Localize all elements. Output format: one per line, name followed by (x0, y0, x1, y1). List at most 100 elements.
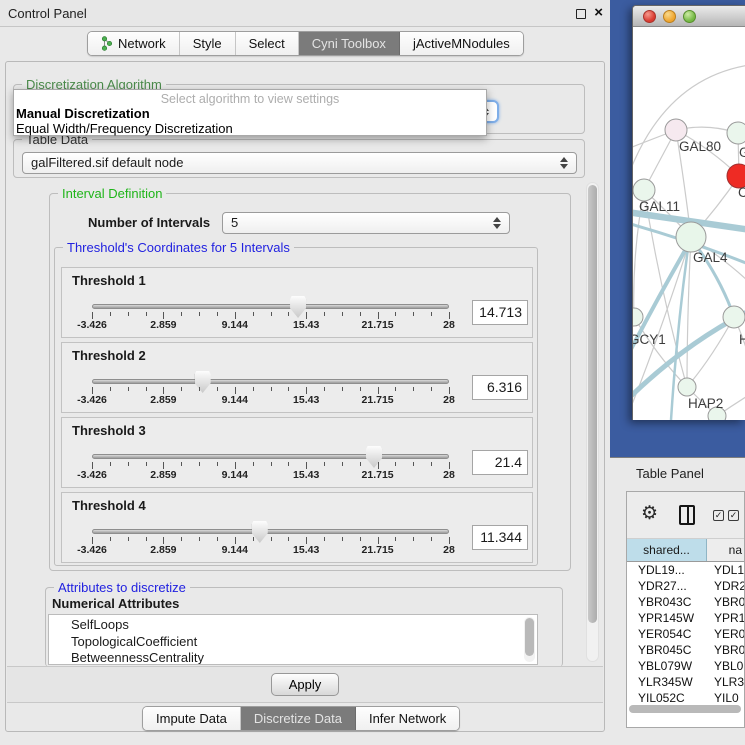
tab-style[interactable]: Style (180, 32, 236, 55)
tab-cyni-toolbox[interactable]: Cyni Toolbox (299, 32, 400, 55)
threshold-4-panel: Threshold 4 -3.4262.8599.14415.4321.7152… (61, 492, 533, 563)
slider-track (92, 379, 449, 384)
table-panel-title: Table Panel (636, 466, 704, 481)
tab-network[interactable]: Network (88, 32, 180, 55)
apply-button[interactable]: Apply (271, 673, 339, 696)
table-row[interactable]: YIL052CYIL0 (627, 690, 744, 702)
float-window-icon[interactable] (576, 9, 586, 19)
tab-select[interactable]: Select (236, 32, 299, 55)
table-row[interactable]: YBR043CYBR0 (627, 594, 744, 610)
tab-discretize-data[interactable]: Discretize Data (241, 707, 356, 730)
algorithm-option-equal-width[interactable]: Equal Width/Frequency Discretization (14, 121, 486, 136)
network-window-titlebar[interactable] (633, 6, 745, 27)
panel-scrollbar[interactable] (586, 182, 599, 662)
threshold-4-slider[interactable]: -3.4262.8599.14415.4321.71528 (92, 525, 449, 561)
node-label: G (739, 145, 745, 160)
tab-jactivemnodules[interactable]: jActiveMNodules (400, 32, 523, 55)
threshold-1-slider[interactable]: -3.4262.8599.14415.4321.71528 (92, 300, 449, 336)
table-row[interactable]: YBL079WYBL0 (627, 658, 744, 674)
interval-definition-group: Interval Definition Number of Intervals … (49, 193, 571, 571)
table-row[interactable]: YDL19...YDL1 (627, 562, 744, 578)
threshold-2-slider[interactable]: -3.4262.8599.14415.4321.71528 (92, 375, 449, 411)
table-horizontal-scrollbar[interactable] (629, 705, 741, 713)
checkbox-icon[interactable]: ✓ (728, 510, 739, 521)
gal11-node[interactable] (633, 179, 655, 201)
table-row[interactable]: YDR27...YDR2 (627, 578, 744, 594)
threshold-3-slider[interactable]: -3.4262.8599.14415.4321.71528 (92, 450, 449, 486)
hap2-node[interactable] (678, 378, 696, 396)
node-label: GAL4 (693, 250, 728, 265)
threshold-1-value[interactable]: 14.713 (472, 300, 528, 325)
list-item[interactable]: BetweennessCentrality (49, 650, 537, 665)
threshold-4-value[interactable]: 11.344 (472, 525, 528, 550)
right-mid-node[interactable] (723, 306, 745, 328)
column-layout-icon[interactable] (679, 505, 695, 525)
slider-thumb[interactable] (366, 446, 382, 468)
cyni-toolbox-panel: Discretization Algorithm Select algorith… (5, 61, 605, 732)
column-header-shared-name[interactable]: shared... (627, 539, 707, 561)
node-label: GAL80 (679, 139, 721, 154)
close-icon[interactable]: × (594, 4, 603, 21)
control-panel-titlebar: Control Panel × (0, 0, 610, 27)
node-label: GAL11 (639, 199, 680, 214)
threshold-4-label: Threshold 4 (72, 498, 146, 513)
tab-impute-data[interactable]: Impute Data (143, 707, 241, 730)
threshold-3-value[interactable]: 21.4 (472, 450, 528, 475)
apply-footer: Apply (7, 666, 603, 703)
list-scrollbar-thumb[interactable] (525, 618, 534, 656)
table-data-combobox[interactable]: galFiltered.sif default node (22, 152, 577, 174)
gear-icon[interactable]: ⚙ (641, 502, 658, 525)
gal4-node[interactable] (676, 222, 706, 252)
table-toolbar: ⚙ ✓ ✓ (627, 492, 744, 539)
list-scrollbar[interactable] (524, 617, 535, 662)
table-header-row: shared... na (627, 539, 744, 562)
algorithm-hint: Select algorithm to view settings (14, 92, 486, 106)
panel-scrollbar-thumb[interactable] (588, 185, 597, 623)
node-table: ⚙ ✓ ✓ shared... na YDL19...YDL1YDR27...Y… (626, 491, 745, 728)
threshold-3-label: Threshold 3 (72, 423, 146, 438)
table-row[interactable]: YLR345WYLR3 (627, 674, 744, 690)
threshold-1-label: Threshold 1 (72, 273, 146, 288)
table-row[interactable]: YBR045CYBR0 (627, 642, 744, 658)
node-label: HAP2 (688, 396, 723, 411)
combo-arrows-icon (560, 156, 569, 170)
slider-track (92, 529, 449, 534)
threshold-2-value[interactable]: 6.316 (472, 375, 528, 400)
list-item[interactable]: TopologicalCoefficient (49, 634, 537, 651)
algorithm-dropdown-popup: Select algorithm to view settings Manual… (13, 89, 487, 136)
algorithm-option-manual[interactable]: Manual Discretization (14, 106, 486, 121)
slider-thumb[interactable] (195, 371, 211, 393)
desktop-background: GAL80GCGAL11GAL4GCY1HHAP2 (610, 0, 745, 457)
interval-definition-title: Interval Definition (58, 186, 166, 201)
number-of-intervals-value: 5 (231, 215, 238, 230)
right-top-node[interactable] (727, 122, 745, 144)
column-header-name[interactable]: na (707, 539, 744, 561)
screen: Control Panel × Network Style Select Cyn… (0, 0, 745, 745)
tab-infer-network[interactable]: Infer Network (356, 707, 459, 730)
thresholds-group: Threshold's Coordinates for 5 Intervals … (54, 247, 538, 566)
list-item[interactable]: SelfLoops (49, 617, 537, 634)
threshold-2-label: Threshold 2 (72, 348, 146, 363)
table-row[interactable]: YER054CYER0 (627, 626, 744, 642)
numerical-attributes-list[interactable]: SelfLoops TopologicalCoefficient Between… (48, 614, 538, 665)
slider-track (92, 304, 449, 309)
table-row[interactable]: YPR145WYPR1 (627, 610, 744, 626)
table-rows: YDL19...YDL1YDR27...YDR2YBR043CYBR0YPR14… (627, 562, 744, 702)
network-canvas[interactable]: GAL80GCGAL11GAL4GCY1HHAP2 (633, 27, 745, 420)
control-panel-tabbar: Network Style Select Cyni Toolbox jActiv… (87, 31, 524, 56)
checkbox-icon[interactable]: ✓ (713, 510, 724, 521)
zoom-traffic-light-icon[interactable] (683, 10, 696, 23)
threshold-3-panel: Threshold 3 -3.4262.8599.14415.4321.7152… (61, 417, 533, 488)
node-label: H (739, 332, 745, 347)
gal80-node[interactable] (665, 119, 687, 141)
network-window[interactable]: GAL80GCGAL11GAL4GCY1HHAP2 (632, 5, 745, 420)
close-traffic-light-icon[interactable] (643, 10, 656, 23)
node-label: C (738, 185, 745, 200)
slider-thumb[interactable] (290, 296, 306, 318)
minimize-traffic-light-icon[interactable] (663, 10, 676, 23)
gcy1-node[interactable] (633, 308, 643, 326)
network-icon (101, 36, 113, 51)
slider-thumb[interactable] (252, 521, 268, 543)
threshold-1-panel: Threshold 1 -3.4262.8599.14415.4321.7152… (61, 267, 533, 338)
number-of-intervals-combobox[interactable]: 5 (222, 212, 510, 234)
